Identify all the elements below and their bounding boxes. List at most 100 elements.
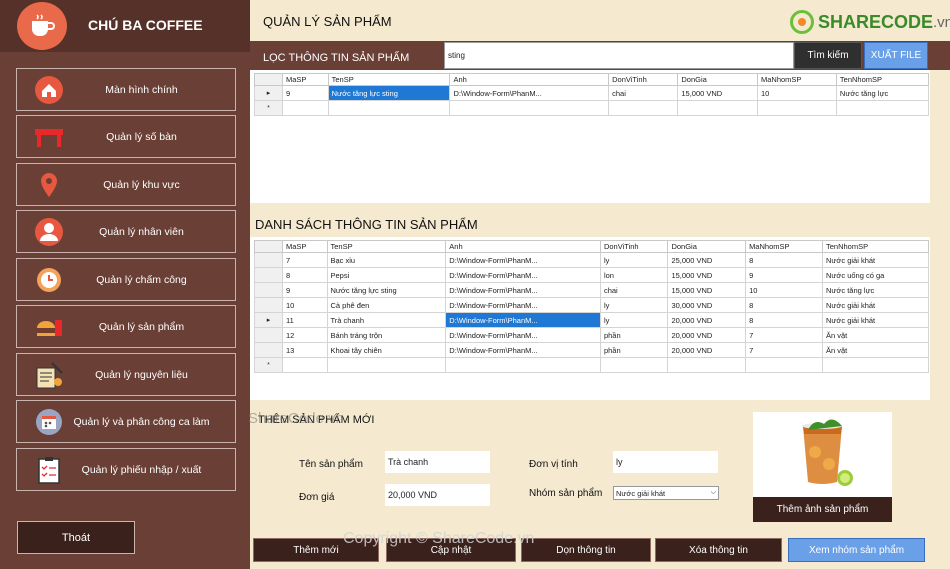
table-cell[interactable]: 8 <box>282 267 328 283</box>
column-header[interactable]: DonGia <box>677 73 758 86</box>
add-image-button[interactable]: Thêm ảnh sản phẩm <box>753 497 892 522</box>
table-cell[interactable] <box>445 357 601 373</box>
column-header[interactable]: TenSP <box>326 240 447 253</box>
table-cell[interactable] <box>449 100 610 116</box>
menu-item-attendance[interactable]: Quản lý chấm công <box>16 258 236 301</box>
table-row[interactable]: 7 Bạc xỉu D:\Window-Form\PhanM... ly 25,000 … <box>254 252 929 268</box>
table-cell[interactable]: 7 <box>282 252 328 268</box>
table-cell[interactable]: 10 <box>282 297 328 313</box>
table-cell[interactable]: Ăn vặt <box>822 342 929 358</box>
column-header[interactable]: Anh <box>445 240 601 253</box>
row-header[interactable] <box>254 342 283 358</box>
new-row[interactable]: * <box>254 357 929 373</box>
table-cell[interactable]: Cà phê đen <box>326 297 447 313</box>
column-header[interactable]: DonViTinh <box>608 73 679 86</box>
table-cell[interactable] <box>745 357 823 373</box>
table-row[interactable]: 13 Khoai tây chiên D:\Window-Form\PhanM...… <box>254 342 929 358</box>
table-cell[interactable]: D:\Window-Form\PhanM... <box>445 297 601 313</box>
view-groups-button[interactable]: Xem nhóm sản phẩm <box>788 538 925 562</box>
table-cell[interactable]: Nước tăng lực sting <box>327 85 451 101</box>
row-header[interactable] <box>254 282 283 298</box>
export-file-button[interactable]: XUẤT FILE <box>864 42 928 69</box>
table-cell[interactable]: D:\Window-Form\PhanM... <box>445 342 601 358</box>
table-cell[interactable] <box>677 100 758 116</box>
table-cell[interactable]: 7 <box>745 342 823 358</box>
table-cell[interactable]: D:\Window-Form\PhanM... <box>445 312 601 328</box>
column-header[interactable]: TenNhomSP <box>822 240 929 253</box>
table-cell[interactable]: lon <box>599 267 669 283</box>
table-cell[interactable]: 9 <box>745 267 823 283</box>
table-cell[interactable]: 20,000 VND <box>667 342 747 358</box>
table-cell[interactable]: 15,000 VND <box>677 85 758 101</box>
column-header[interactable]: TenSP <box>327 73 451 86</box>
column-header[interactable]: TenNhomSP <box>835 73 930 86</box>
table-cell[interactable]: ly <box>599 297 669 313</box>
product-unit-input[interactable] <box>613 451 718 473</box>
table-cell[interactable] <box>756 100 837 116</box>
table-cell[interactable] <box>822 357 929 373</box>
new-row-marker[interactable]: * <box>254 357 283 373</box>
menu-item-ingredients[interactable]: Quản lý nguyên liệu <box>16 353 236 396</box>
row-header[interactable] <box>254 327 283 343</box>
table-cell[interactable]: Bánh tráng trộn <box>326 327 447 343</box>
table-cell[interactable]: Bạc xỉu <box>326 252 447 268</box>
row-header[interactable]: ▸ <box>254 85 283 101</box>
table-cell[interactable]: chai <box>608 85 679 101</box>
table-cell[interactable]: Nước uống có ga <box>822 267 929 283</box>
table-cell[interactable]: D:\Window-Form\PhanM... <box>445 327 601 343</box>
table-cell[interactable]: 20,000 VND <box>667 312 747 328</box>
table-cell[interactable] <box>282 100 329 116</box>
row-header[interactable] <box>254 252 283 268</box>
table-cell[interactable]: Trà chanh <box>326 312 447 328</box>
table-row[interactable]: ▸ 9 Nước tăng lực sting D:\Window-Form\Phan… <box>254 85 930 101</box>
exit-button[interactable]: Thoát <box>17 521 135 554</box>
row-header[interactable] <box>254 267 283 283</box>
menu-item-products[interactable]: Quản lý sản phẩm <box>16 305 236 348</box>
table-cell[interactable] <box>835 100 930 116</box>
menu-item-areas[interactable]: Quản lý khu vực <box>16 163 236 206</box>
table-cell[interactable]: 8 <box>745 297 823 313</box>
menu-item-shifts[interactable]: Quản lý và phân công ca làm <box>16 400 236 443</box>
table-cell[interactable]: 8 <box>745 252 823 268</box>
table-cell[interactable]: phần <box>599 342 669 358</box>
column-header[interactable]: MaSP <box>282 240 328 253</box>
table-cell[interactable]: Khoai tây chiên <box>326 342 447 358</box>
table-cell[interactable] <box>599 357 669 373</box>
table-cell[interactable]: 13 <box>282 342 328 358</box>
product-price-input[interactable] <box>385 484 490 506</box>
table-cell[interactable]: ly <box>599 312 669 328</box>
product-group-select[interactable]: Nước giải khát ⌵ <box>613 486 719 500</box>
table-row[interactable]: 9 Nước tăng lực sting D:\Window-Form\PhanM… <box>254 282 929 298</box>
new-row-marker[interactable]: * <box>254 100 283 116</box>
menu-item-home[interactable]: Màn hình chính <box>16 68 236 111</box>
table-cell[interactable]: 15,000 VND <box>667 267 747 283</box>
table-cell[interactable]: D:\Window-Form\PhanM... <box>445 282 601 298</box>
table-cell[interactable]: Nước giải khát <box>822 297 929 313</box>
table-cell[interactable]: 20,000 VND <box>667 327 747 343</box>
clear-form-button[interactable]: Dọn thông tin <box>521 538 651 562</box>
table-cell[interactable] <box>327 100 451 116</box>
table-cell[interactable] <box>282 357 328 373</box>
table-cell[interactable]: 15,000 VND <box>667 282 747 298</box>
table-cell[interactable] <box>667 357 747 373</box>
table-cell[interactable]: D:\Window-Form\PhanM... <box>445 252 601 268</box>
table-row[interactable]: ▸ 11 Trà chanh D:\Window-Form\PhanM... ly 20,… <box>254 312 929 328</box>
table-cell[interactable]: 25,000 VND <box>667 252 747 268</box>
table-cell[interactable]: Nước tăng lực sting <box>326 282 447 298</box>
column-header[interactable]: DonViTinh <box>599 240 669 253</box>
column-header[interactable]: MaSP <box>282 73 329 86</box>
menu-item-tables[interactable]: Quản lý số bàn <box>16 115 236 158</box>
table-cell[interactable]: 9 <box>282 282 328 298</box>
table-cell[interactable]: phần <box>599 327 669 343</box>
table-cell[interactable]: Ăn vặt <box>822 327 929 343</box>
table-cell[interactable] <box>608 100 679 116</box>
table-cell[interactable]: 8 <box>745 312 823 328</box>
filter-search-input[interactable] <box>444 42 794 69</box>
column-header[interactable]: DonGia <box>667 240 747 253</box>
table-cell[interactable]: chai <box>599 282 669 298</box>
table-cell[interactable]: 30,000 VND <box>667 297 747 313</box>
search-button[interactable]: Tìm kiếm <box>794 42 862 69</box>
menu-item-receipts[interactable]: Quản lý phiếu nhập / xuất <box>16 448 236 491</box>
column-header[interactable]: Anh <box>449 73 610 86</box>
table-cell[interactable]: D:\Window-Form\PhanM... <box>449 85 610 101</box>
